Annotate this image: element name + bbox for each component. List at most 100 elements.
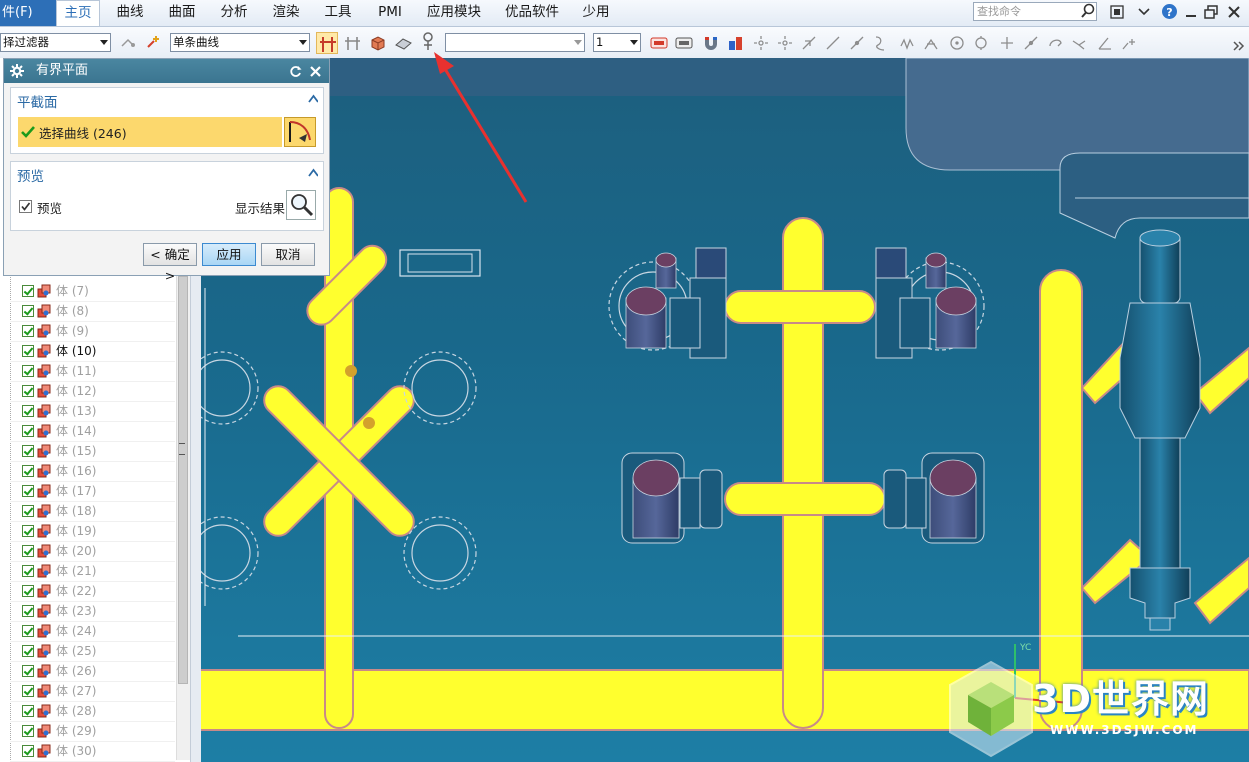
menu-less-used[interactable]: 少用 — [574, 0, 618, 26]
cancel-button[interactable]: 取消 — [261, 243, 315, 266]
tree-row-body[interactable]: 体 (11) — [10, 361, 175, 382]
apply-button[interactable]: 应用 — [202, 243, 256, 266]
preview-group — [10, 161, 324, 231]
visibility-checkbox[interactable] — [22, 325, 34, 337]
show-result-button[interactable] — [286, 190, 316, 220]
visibility-checkbox[interactable] — [22, 385, 34, 397]
tree-row-body[interactable]: 体 (30) — [10, 741, 175, 762]
stop-at-intersection-icon[interactable] — [316, 32, 338, 54]
visibility-checkbox[interactable] — [22, 585, 34, 597]
curve-rule-combo[interactable]: 单条曲线 — [170, 33, 310, 52]
menu-surface[interactable]: 曲面 — [160, 0, 204, 26]
preview-section-title[interactable]: 预览 — [17, 165, 44, 185]
tree-row-body[interactable]: 体 (24) — [10, 621, 175, 642]
tree-row-body[interactable]: 体 (26) — [10, 661, 175, 682]
menu-analysis[interactable]: 分析 — [212, 0, 256, 26]
tree-row-body[interactable]: 体 (7) — [10, 281, 175, 302]
tree-row-body[interactable]: 体 (13) — [10, 401, 175, 422]
tree-row-body[interactable]: 体 (22) — [10, 581, 175, 602]
menu-pmi[interactable]: PMI — [368, 0, 412, 26]
collapse-chevron-icon[interactable] — [308, 168, 318, 178]
visibility-checkbox[interactable] — [22, 465, 34, 477]
tree-row-body[interactable]: 体 (27) — [10, 681, 175, 702]
minimize-icon[interactable] — [1183, 4, 1199, 20]
visibility-checkbox[interactable] — [22, 405, 34, 417]
magnet-icon[interactable] — [701, 33, 721, 53]
preview-checkbox[interactable] — [19, 200, 32, 213]
tree-row-body[interactable]: 体 (21) — [10, 561, 175, 582]
settings-gear-icon[interactable] — [10, 64, 24, 78]
tree-row-body[interactable]: 体 (20) — [10, 541, 175, 562]
color-b-icon[interactable] — [675, 34, 693, 52]
visibility-checkbox[interactable] — [22, 305, 34, 317]
count-combo[interactable]: 1 — [593, 33, 641, 52]
select-curve-row[interactable]: 选择曲线 (246) — [18, 117, 282, 147]
reset-icon[interactable] — [289, 65, 302, 78]
visibility-checkbox[interactable] — [22, 425, 34, 437]
planar-section-title[interactable]: 平截面 — [17, 91, 58, 111]
tree-row-body[interactable]: 体 (8) — [10, 301, 175, 322]
visibility-checkbox[interactable] — [22, 745, 34, 757]
curve-picker-button[interactable] — [284, 117, 316, 147]
restore-icon[interactable] — [1203, 4, 1219, 20]
search-icon[interactable] — [1080, 3, 1096, 19]
tree-row-body[interactable]: 体 (9) — [10, 321, 175, 342]
type-filter-combo[interactable]: 择过滤器 — [0, 33, 111, 52]
snap-plus-icon[interactable] — [144, 34, 162, 52]
ok-button[interactable]: < 确定 > — [143, 243, 197, 283]
tree-row-body[interactable]: 体 (23) — [10, 601, 175, 622]
menu-youpin-software[interactable]: 优品软件 — [496, 0, 568, 26]
cube-color-icon[interactable] — [726, 33, 746, 53]
tree-row-body[interactable]: 体 (25) — [10, 641, 175, 662]
visibility-checkbox[interactable] — [22, 445, 34, 457]
solid-icon[interactable] — [368, 33, 388, 53]
menu-applications[interactable]: 应用模块 — [420, 0, 488, 26]
visibility-checkbox[interactable] — [22, 505, 34, 517]
visibility-checkbox[interactable] — [22, 725, 34, 737]
file-menu[interactable]: 件(F) — [0, 0, 56, 26]
menu-bar: 件(F) 主页 曲线 曲面 分析 渲染 工具 PMI 应用模块 优品软件 少用 … — [0, 0, 1249, 27]
visibility-checkbox[interactable] — [22, 645, 34, 657]
toolbar-overflow-icon[interactable] — [1232, 40, 1246, 52]
visibility-checkbox[interactable] — [22, 625, 34, 637]
menu-curve[interactable]: 曲线 — [108, 0, 152, 26]
menu-tools[interactable]: 工具 — [316, 0, 360, 26]
visibility-checkbox[interactable] — [22, 565, 34, 577]
tree-row-body[interactable]: 体 (16) — [10, 461, 175, 482]
color-a-icon[interactable] — [650, 34, 668, 52]
tree-row-body[interactable]: 体 (17) — [10, 481, 175, 502]
visibility-checkbox[interactable] — [22, 605, 34, 617]
visibility-checkbox[interactable] — [22, 365, 34, 377]
close-icon[interactable] — [1226, 4, 1242, 20]
tree-row-body[interactable]: 体 (28) — [10, 701, 175, 722]
visibility-checkbox[interactable] — [22, 285, 34, 297]
tree-row-body[interactable]: 体 (19) — [10, 521, 175, 542]
face-icon[interactable] — [393, 33, 413, 53]
dialog-close-icon[interactable] — [309, 65, 322, 78]
visibility-checkbox[interactable] — [22, 525, 34, 537]
visibility-checkbox[interactable] — [22, 545, 34, 557]
dialog-title-bar[interactable]: 有界平面 — [4, 59, 329, 83]
tree-row-body[interactable]: 体 (12) — [10, 381, 175, 402]
visibility-checkbox[interactable] — [22, 485, 34, 497]
body-label: 体 (28) — [56, 704, 97, 718]
navigator-scrollbar-thumb[interactable] — [178, 276, 188, 684]
visibility-checkbox[interactable] — [22, 665, 34, 677]
menu-home[interactable]: 主页 — [56, 0, 100, 26]
collapse-chevron-icon[interactable] — [308, 94, 318, 104]
tree-row-body[interactable]: 体 (29) — [10, 721, 175, 742]
follow-fillet-icon[interactable] — [343, 33, 363, 53]
tree-row-body[interactable]: 体 (14) — [10, 421, 175, 442]
visibility-checkbox[interactable] — [22, 345, 34, 357]
visibility-checkbox[interactable] — [22, 685, 34, 697]
tree-row-body[interactable]: 体 (10) — [10, 341, 175, 362]
visibility-checkbox[interactable] — [22, 705, 34, 717]
tree-row-body[interactable]: 体 (15) — [10, 441, 175, 462]
command-search-input[interactable]: 查找命令 — [973, 2, 1097, 21]
ribbon-collapse-icon[interactable] — [1136, 4, 1152, 20]
tree-row-body[interactable]: 体 (18) — [10, 501, 175, 522]
snap-icon[interactable] — [119, 34, 137, 52]
window-restore-icon[interactable] — [1109, 4, 1125, 20]
menu-render[interactable]: 渲染 — [264, 0, 308, 26]
help-icon[interactable]: ? — [1161, 3, 1178, 20]
